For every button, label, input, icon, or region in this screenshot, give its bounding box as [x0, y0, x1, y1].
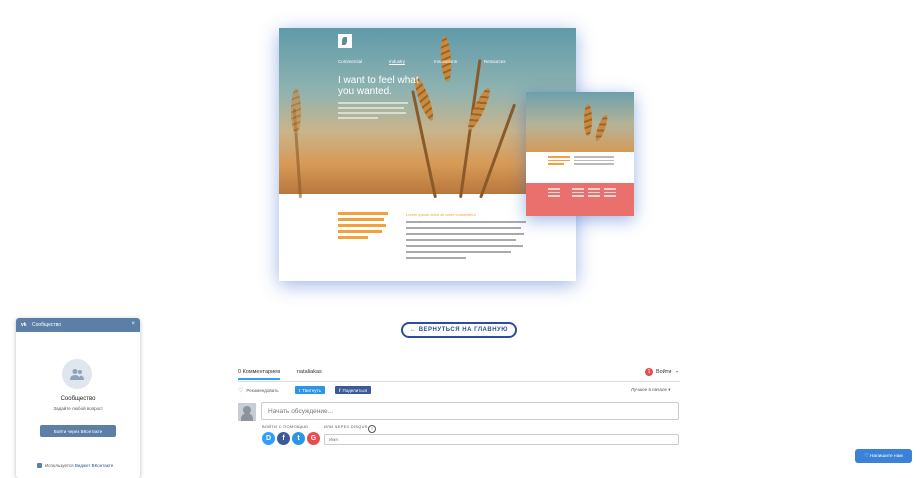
- twitter-login-icon[interactable]: t: [292, 432, 305, 445]
- vk-subtitle: Задайте любой вопрос!: [53, 406, 103, 411]
- disqus-login-icon[interactable]: D: [262, 432, 275, 445]
- tab-comments[interactable]: 0 Комментариев: [238, 369, 281, 380]
- sort-dropdown[interactable]: Лучшее в начале ▾: [631, 387, 671, 393]
- users-icon: [70, 369, 84, 380]
- login-with-label: ВОЙТИ С ПОМОЩЬЮ: [262, 424, 309, 429]
- share-button[interactable]: f Поделиться: [335, 386, 372, 394]
- phone-footer: [526, 183, 634, 216]
- nav-industry: Industry: [389, 59, 406, 64]
- notification-badge: 1: [645, 368, 653, 376]
- vk-community-widget: vk Сообщество × Сообщество Задайте любой…: [16, 318, 140, 478]
- heart-icon: ♡: [238, 388, 244, 394]
- tweet-button[interactable]: t Твитнуть: [295, 386, 325, 394]
- nav-resources: Resources: [484, 59, 506, 64]
- divider: [238, 381, 680, 382]
- vk-widget-header: vk Сообщество ×: [16, 318, 140, 332]
- or-disqus-label: ИЛИ ЧЕРЕЗ DISQUS: [324, 424, 368, 429]
- disqus-comments: 0 Комментариев nataliakas 1 Войти ▾ ♡ Ре…: [238, 367, 680, 472]
- community-avatar: [62, 359, 92, 389]
- hero-text-lines: [338, 102, 408, 122]
- avatar: [238, 403, 256, 421]
- vk-title: Сообщество: [60, 396, 96, 402]
- chevron-down-icon[interactable]: ▾: [676, 369, 678, 374]
- hero-title: I want to feel what you wanted.: [338, 75, 419, 97]
- close-icon[interactable]: ×: [131, 321, 135, 327]
- write-to-us-button[interactable]: ♡ Напишите нам: [855, 449, 912, 463]
- vk-logo-icon: vk: [21, 321, 27, 328]
- nav-innovations: Innovations: [434, 59, 458, 64]
- nav-commercial: Commercial: [338, 59, 363, 64]
- facebook-login-icon[interactable]: f: [277, 432, 290, 445]
- login-menu[interactable]: Войти: [656, 369, 671, 375]
- help-icon[interactable]: ?: [368, 425, 376, 433]
- facebook-icon: f: [339, 387, 341, 393]
- back-to-home-button[interactable]: ← ВЕРНУТЬСЯ НА ГЛАВНУЮ: [401, 322, 517, 338]
- showcase-mobile-mockup: [526, 92, 634, 216]
- twitter-icon: t: [299, 387, 301, 393]
- vk-widget-link[interactable]: Виджет ВКонтакте: [75, 463, 113, 468]
- phone-hero: [526, 92, 634, 152]
- vk-login-button[interactable]: Войти через ВКонтакте: [40, 425, 116, 437]
- column-title: Lorem ipsum dolor sit amet consectetur: [406, 212, 477, 217]
- body-text-lines: [406, 221, 526, 263]
- orange-quote: [338, 212, 388, 242]
- logo: [338, 34, 352, 48]
- google-login-icon[interactable]: G: [307, 432, 320, 445]
- vk-header-title: Сообщество: [32, 322, 62, 328]
- comment-input[interactable]: Начать обсуждение...: [261, 402, 679, 420]
- name-input[interactable]: Имя: [324, 434, 679, 445]
- vk-small-icon: [37, 463, 42, 468]
- vk-footer: Используется Виджет ВКонтакте: [37, 463, 113, 468]
- tab-community[interactable]: nataliakas: [297, 369, 322, 375]
- recommend-button[interactable]: ♡ Рекомендовать: [238, 387, 279, 394]
